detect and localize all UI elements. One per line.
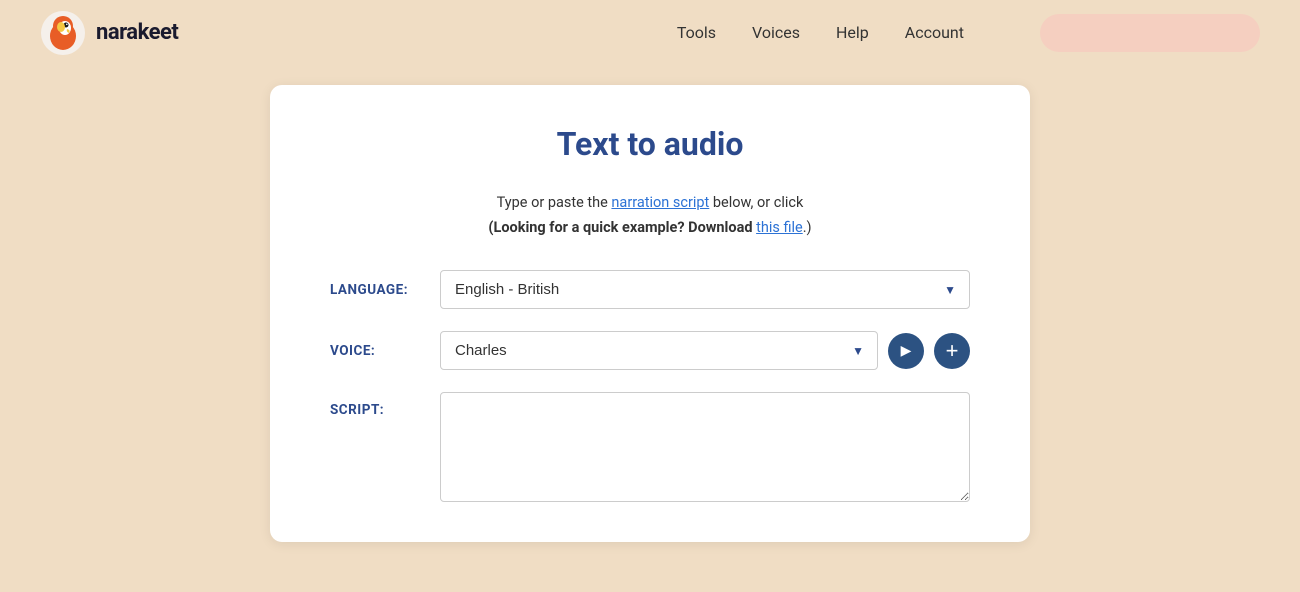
logo-text: narakeet (96, 20, 178, 45)
voice-controls: Charles ▼ ▶ + (440, 331, 970, 370)
language-select-wrapper: English - British ▼ (440, 270, 970, 309)
logo-icon (40, 10, 86, 56)
narration-script-link[interactable]: narration script (611, 194, 709, 211)
script-label: SCRIPT: (330, 392, 440, 418)
content-card: Text to audio Type or paste the narratio… (270, 85, 1030, 542)
this-file-link[interactable]: this file (756, 219, 803, 236)
desc-period: .) (803, 219, 812, 236)
desc-after-link: below, or click (709, 194, 803, 211)
voice-select-wrapper: Charles ▼ (440, 331, 878, 370)
voice-row: VOICE: Charles ▼ ▶ + (330, 331, 970, 370)
nav-cta-button[interactable] (1040, 14, 1260, 52)
desc-before-link: Type or paste the (497, 194, 612, 211)
nav-help[interactable]: Help (836, 23, 869, 42)
add-voice-button[interactable]: + (934, 333, 970, 369)
script-textarea[interactable] (440, 392, 970, 502)
nav-links: Tools Voices Help Account (677, 14, 1260, 52)
page-title: Text to audio (330, 125, 970, 163)
description-text: Type or paste the narration script below… (330, 191, 970, 240)
voice-select[interactable]: Charles (440, 331, 878, 370)
navbar: narakeet Tools Voices Help Account (0, 0, 1300, 65)
language-label: LANGUAGE: (330, 282, 440, 298)
desc-looking-for: (Looking for a quick example? Download (488, 219, 756, 236)
nav-tools[interactable]: Tools (677, 23, 716, 42)
main-container: Text to audio Type or paste the narratio… (0, 65, 1300, 582)
script-row: SCRIPT: (330, 392, 970, 502)
nav-voices[interactable]: Voices (752, 23, 800, 42)
language-select[interactable]: English - British (440, 270, 970, 309)
plus-icon: + (946, 340, 959, 362)
logo-container: narakeet (40, 10, 178, 56)
play-icon: ▶ (901, 342, 912, 359)
language-row: LANGUAGE: English - British ▼ (330, 270, 970, 309)
nav-account[interactable]: Account (905, 23, 964, 42)
voice-label: VOICE: (330, 343, 440, 359)
play-voice-button[interactable]: ▶ (888, 333, 924, 369)
